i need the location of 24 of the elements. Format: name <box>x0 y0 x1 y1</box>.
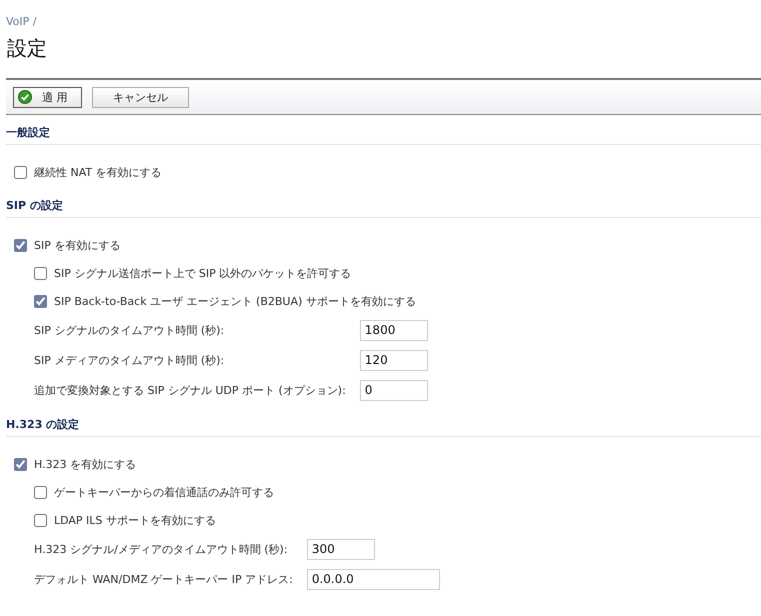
input-field[interactable]: 300 <box>306 538 375 560</box>
page-title: 設定 <box>7 35 48 61</box>
section-heading: H.323 の設定 <box>6 417 761 437</box>
field-label: SIP メディアのタイムアウト時間 (秒): <box>34 352 226 368</box>
breadcrumb[interactable]: VoIP / <box>6 15 36 29</box>
checkbox-label[interactable]: 継続性 NAT を有効にする <box>34 164 162 180</box>
field-label: デフォルト WAN/DMZ ゲートキーパー IP アドレス: <box>34 572 293 588</box>
input-field[interactable]: 1800 <box>360 320 428 340</box>
field-label: 追加で変換対象とする SIP シグナル UDP ポート (オプション): <box>34 382 346 398</box>
input-field[interactable]: 0.0.0.0 <box>306 568 440 590</box>
section-heading: 一般設定 <box>6 125 761 145</box>
checkbox-label[interactable]: H.323 を有効にする <box>34 456 136 472</box>
checkbox-label[interactable]: SIP Back-to-Back ユーザ エージェント (B2BUA) サポートを有効にする <box>54 294 416 308</box>
checkbox-label[interactable]: SIP シグナル送信ポート上で SIP 以外のパケットを許可する <box>54 266 352 280</box>
checkbox-label[interactable]: LDAP ILS サポートを有効にする <box>54 512 216 528</box>
checkbox-label[interactable]: ゲートキーパーからの着信通話のみ許可する <box>54 484 274 500</box>
field-label: H.323 シグナル/メディアのタイムアウト時間 (秒): <box>34 542 289 558</box>
cancel-button[interactable]: キャンセル <box>92 86 189 108</box>
apply-button[interactable]: 適 用 <box>13 86 82 108</box>
input-field[interactable]: 0 <box>360 380 428 400</box>
checkbox-label[interactable]: SIP を有効にする <box>34 238 120 252</box>
input-field[interactable]: 120 <box>360 350 428 370</box>
section-heading: SIP の設定 <box>6 198 761 218</box>
field-label: SIP シグナルのタイムアウト時間 (秒): <box>34 322 226 338</box>
